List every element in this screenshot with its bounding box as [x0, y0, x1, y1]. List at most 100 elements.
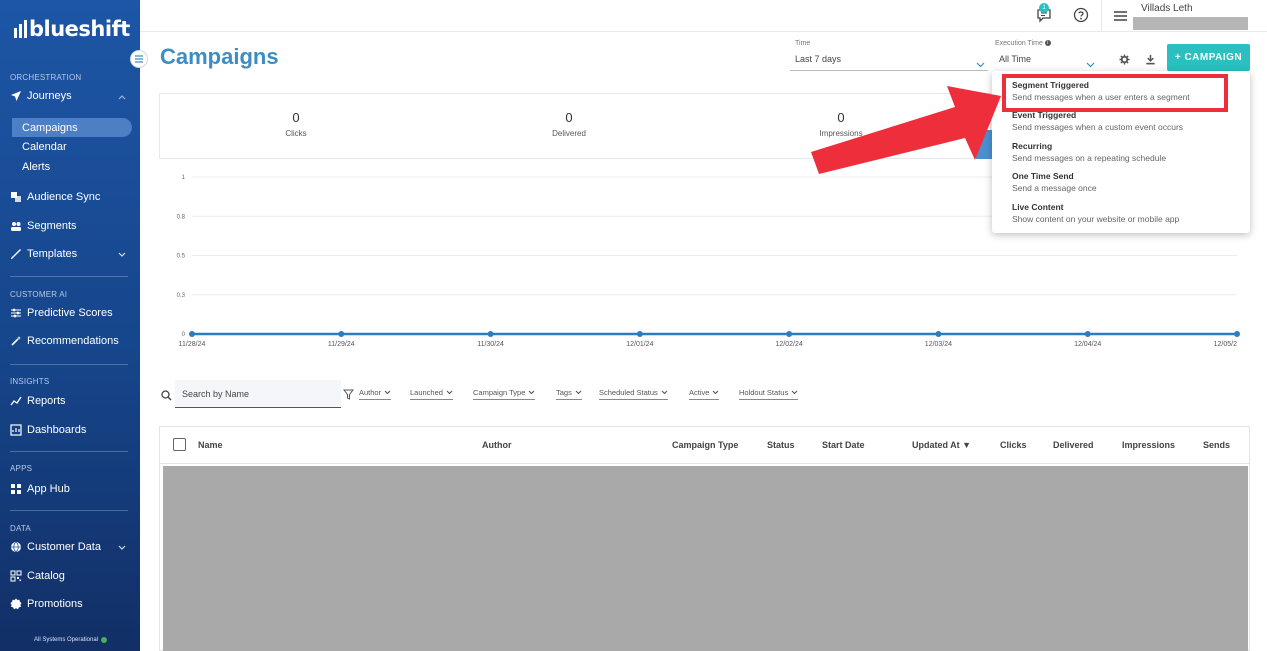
sidebar-item-promotions[interactable]: Promotions: [10, 594, 132, 614]
stat-clicks: 0 Clicks: [236, 110, 356, 138]
menu-item-live-content[interactable]: Live Content Show content on your websit…: [1012, 202, 1179, 224]
qr-code-icon: [10, 570, 22, 582]
sidebar-item-label: Dashboards: [27, 424, 87, 436]
sidebar-item-alerts[interactable]: Alerts: [22, 158, 50, 176]
column-header-name[interactable]: Name: [198, 440, 223, 450]
time-select[interactable]: Last 7 days: [795, 54, 841, 64]
top-bar: 1 Villads Leth: [140, 0, 1267, 32]
table-rows-redacted: [163, 466, 1248, 651]
sidebar-item-recommendations[interactable]: Recommendations: [10, 331, 132, 351]
sliders-icon: [10, 307, 22, 319]
gear-icon[interactable]: [1119, 52, 1130, 70]
audience-sync-icon: [10, 191, 22, 203]
logo-bars-icon: [14, 20, 27, 38]
sidebar-item-label: Customer Data: [27, 541, 101, 553]
column-header-delivered[interactable]: Delivered: [1053, 440, 1094, 450]
column-header-impressions[interactable]: Impressions: [1122, 440, 1175, 450]
chevron-down-icon: [791, 390, 798, 395]
sidebar: blueshift ORCHESTRATION Journeys Campaig…: [0, 0, 140, 651]
filter-chip-scheduled-status[interactable]: Scheduled Status: [599, 388, 668, 400]
execution-time-select[interactable]: All Time: [999, 54, 1031, 64]
execution-time-label-text: Execution Time: [995, 40, 1043, 47]
data-point[interactable]: [487, 331, 494, 337]
filter-chip-holdout-status[interactable]: Holdout Status: [739, 388, 799, 400]
magic-wand-icon: [10, 335, 22, 347]
y-tick-label: 0.8: [177, 214, 186, 220]
sidebar-item-label: Journeys: [27, 90, 72, 102]
filter-chip-label: Launched: [410, 388, 443, 397]
chevron-down-icon: [575, 390, 582, 395]
column-header-campaign-type[interactable]: Campaign Type: [672, 440, 738, 450]
data-point[interactable]: [636, 331, 643, 337]
select-all-checkbox[interactable]: [173, 438, 186, 451]
sidebar-item-calendar[interactable]: Calendar: [22, 138, 67, 156]
sidebar-item-segments[interactable]: Segments: [10, 216, 132, 236]
data-point[interactable]: [1084, 331, 1091, 337]
menu-item-title: One Time Send: [1012, 171, 1074, 181]
filter-funnel-icon[interactable]: [342, 387, 355, 405]
section-customer-ai: CUSTOMER AI: [10, 290, 68, 299]
menu-item-description: Send messages on a repeating schedule: [1012, 153, 1167, 163]
column-header-author[interactable]: Author: [482, 440, 512, 450]
menu-item-recurring[interactable]: Recurring Send messages on a repeating s…: [1012, 141, 1166, 163]
column-header-sends[interactable]: Sends: [1203, 440, 1230, 450]
sidebar-item-campaigns[interactable]: Campaigns: [12, 118, 132, 137]
column-header-updated-at[interactable]: Updated At ▼: [912, 440, 971, 450]
search-input[interactable]: [175, 380, 341, 408]
stat-value: 0: [565, 110, 573, 125]
sidebar-item-label: Promotions: [27, 598, 83, 610]
sidebar-item-dashboards[interactable]: Dashboards: [10, 420, 132, 440]
filter-chip-launched[interactable]: Launched: [410, 388, 453, 400]
stat-label: Clicks: [285, 129, 307, 138]
chevron-down-icon: [713, 390, 719, 395]
sidebar-divider: [10, 451, 128, 452]
y-tick-label: 0.5: [177, 254, 186, 260]
info-icon[interactable]: i: [1044, 40, 1051, 47]
data-point[interactable]: [935, 331, 942, 337]
column-header-clicks[interactable]: Clicks: [1000, 440, 1027, 450]
sidebar-divider: [10, 364, 128, 365]
data-point[interactable]: [1234, 331, 1240, 337]
sidebar-item-reports[interactable]: Reports: [10, 391, 132, 411]
section-orchestration: ORCHESTRATION: [10, 73, 82, 82]
sidebar-item-label: Catalog: [27, 570, 65, 582]
x-tick-label: 11/30/24: [477, 341, 504, 348]
column-header-status[interactable]: Status: [767, 440, 795, 450]
download-icon[interactable]: [1145, 52, 1156, 70]
sidebar-item-journeys[interactable]: Journeys: [10, 86, 132, 106]
menu-item-event-triggered[interactable]: Event Triggered Send messages when a cus…: [1012, 110, 1183, 132]
hamburger-menu-icon[interactable]: [1113, 9, 1128, 27]
filter-chip-tags[interactable]: Tags: [556, 388, 582, 400]
menu-item-one-time-send[interactable]: One Time Send Send a message once: [1012, 171, 1097, 193]
filter-chip-active[interactable]: Active: [689, 388, 720, 400]
section-apps: APPS: [10, 464, 33, 473]
sidebar-item-predictive-scores[interactable]: Predictive Scores: [10, 303, 132, 323]
user-name[interactable]: Villads Leth: [1141, 3, 1193, 14]
section-data: DATA: [10, 524, 31, 533]
sidebar-collapse-button[interactable]: [130, 50, 148, 68]
grid-icon: [10, 483, 22, 495]
x-tick-label: 12/05/2: [1214, 341, 1237, 348]
sidebar-divider: [10, 510, 128, 511]
chevron-down-icon: [118, 249, 126, 261]
filter-chip-campaign-type[interactable]: Campaign Type: [473, 388, 536, 400]
search-icon: [161, 388, 172, 406]
sidebar-item-app-hub[interactable]: App Hub: [10, 479, 132, 499]
y-tick-label: 1: [182, 175, 186, 181]
sidebar-item-label: Reports: [27, 395, 66, 407]
column-header-start-date[interactable]: Start Date: [822, 440, 865, 450]
system-status[interactable]: All Systems Operational: [34, 637, 108, 643]
data-point[interactable]: [786, 331, 793, 337]
sidebar-item-audience-sync[interactable]: Audience Sync: [10, 187, 132, 207]
filter-chip-author[interactable]: Author: [359, 388, 392, 400]
data-point[interactable]: [189, 331, 195, 337]
sidebar-item-customer-data[interactable]: Customer Data: [10, 537, 132, 557]
help-icon[interactable]: [1073, 7, 1089, 28]
stat-delivered: 0 Delivered: [509, 110, 629, 138]
badge-icon: [10, 598, 22, 610]
blueshift-logo[interactable]: blueshift: [14, 16, 130, 42]
data-point[interactable]: [338, 331, 345, 337]
sidebar-item-catalog[interactable]: Catalog: [10, 566, 132, 586]
add-campaign-button[interactable]: + CAMPAIGN: [1167, 44, 1250, 71]
sidebar-item-templates[interactable]: Templates: [10, 244, 132, 264]
